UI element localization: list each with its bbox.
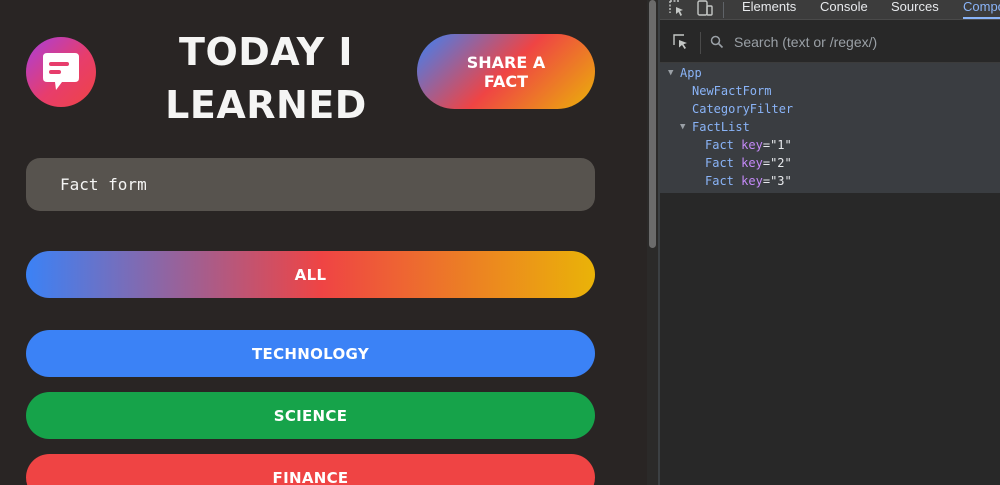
- tree-node-fact[interactable]: Fact key="2": [660, 154, 1000, 172]
- app-scrollbar[interactable]: [647, 0, 658, 485]
- select-component-icon[interactable]: [672, 33, 690, 51]
- share-a-fact-button[interactable]: SHARE A FACT: [417, 34, 595, 109]
- expand-arrow-icon[interactable]: ▼: [668, 64, 673, 82]
- component-search-bar: [660, 21, 1000, 63]
- category-all-button[interactable]: ALL: [26, 251, 595, 298]
- toolbar-separator: [723, 2, 724, 18]
- expand-arrow-icon[interactable]: ▼: [680, 118, 685, 136]
- app-title: TODAY I LEARNED: [165, 30, 367, 127]
- tab-elements[interactable]: Elements: [742, 0, 796, 19]
- tree-node-categoryfilter[interactable]: CategoryFilter: [660, 100, 1000, 118]
- tree-node-newfactform[interactable]: NewFactForm: [660, 82, 1000, 100]
- app-pane: TODAY I LEARNED SHARE A FACT Fact form A…: [0, 0, 647, 485]
- category-science-button[interactable]: SCIENCE: [26, 392, 595, 439]
- tab-sources[interactable]: Sources: [891, 0, 939, 19]
- search-icon: [710, 35, 724, 49]
- tree-node-factlist[interactable]: ▼ FactList: [660, 118, 1000, 136]
- component-tree: ▼ App NewFactForm CategoryFilter ▼ FactL…: [660, 63, 1000, 193]
- inspect-element-icon[interactable]: [668, 0, 686, 18]
- devtools-toolbar: Elements Console Sources Compo: [660, 0, 1000, 20]
- category-technology-button[interactable]: TECHNOLOGY: [26, 330, 595, 377]
- tab-console[interactable]: Console: [820, 0, 868, 19]
- devtools-panel: Elements Console Sources Compo ▼ App New…: [660, 0, 1000, 485]
- component-tree-empty-area: [660, 193, 1000, 485]
- tree-node-fact[interactable]: Fact key="1": [660, 136, 1000, 154]
- chat-bubble-icon: [43, 53, 79, 90]
- device-toolbar-icon[interactable]: [696, 0, 714, 18]
- tab-components[interactable]: Compo: [963, 0, 1000, 19]
- component-search-input[interactable]: [734, 31, 984, 53]
- scrollbar-thumb[interactable]: [649, 0, 656, 248]
- category-finance-button[interactable]: FINANCE: [26, 454, 595, 485]
- search-separator: [700, 32, 701, 54]
- tree-node-app[interactable]: ▼ App: [660, 64, 1000, 82]
- fact-form[interactable]: Fact form: [26, 158, 595, 211]
- tree-node-fact[interactable]: Fact key="3": [660, 172, 1000, 190]
- app-logo: [26, 37, 96, 107]
